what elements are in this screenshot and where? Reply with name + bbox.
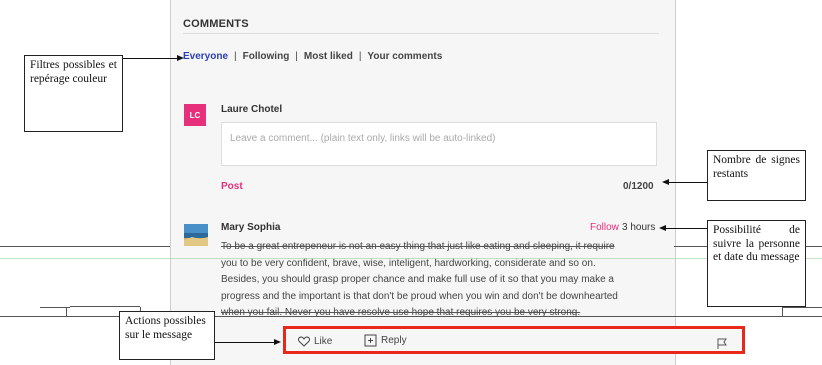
comment-actions-bar: [283, 326, 745, 354]
annotation-arrow: [666, 228, 707, 229]
annotation-arrowhead: [274, 339, 281, 345]
annotation-arrow: [215, 342, 274, 343]
comment-body: To be a great entrepeneur is not an easy…: [221, 239, 661, 322]
post-button[interactable]: Post: [221, 181, 243, 192]
comment-line: progress and the important is that don't…: [221, 290, 618, 302]
filter-your-comments[interactable]: Your comments: [367, 51, 442, 62]
comment-line: when you fail. Never you have resolve us…: [221, 307, 581, 318]
like-label: Like: [314, 336, 333, 347]
comment-time: 3 hours: [622, 222, 656, 233]
heart-icon: [298, 336, 310, 347]
comment-line: Besides, you should grasp proper chance …: [221, 274, 614, 285]
filter-most-liked[interactable]: Most liked: [304, 51, 353, 62]
annotation-arrowhead: [177, 55, 184, 61]
landscape-avatar-icon: [184, 224, 208, 246]
annotation-arrowhead: [662, 179, 669, 185]
annotation-counter: Nombre de signes restants: [707, 150, 806, 201]
comment-line: To be a great entrepeneur is not an easy…: [221, 241, 615, 252]
flag-icon: [717, 338, 727, 349]
comment-input-placeholder: Leave a comment... (plain text only, lin…: [230, 133, 496, 144]
filter-following[interactable]: Following: [243, 51, 290, 62]
filter-separator: |: [234, 51, 237, 62]
scan-line: [782, 307, 783, 317]
annotation-arrow: [669, 182, 707, 183]
comment-input[interactable]: Leave a comment... (plain text only, lin…: [221, 122, 657, 166]
annotation-arrow: [123, 58, 177, 59]
commenter-name[interactable]: Mary Sophia: [221, 222, 280, 233]
like-button[interactable]: Like: [298, 336, 332, 347]
scan-line: [66, 307, 67, 317]
annotation-arrowhead: [659, 225, 666, 231]
scan-line: [0, 246, 170, 247]
scan-line: [782, 307, 822, 308]
report-flag-button[interactable]: [716, 337, 728, 355]
annotation-filters: Filtres possibles et repérage couleur: [24, 55, 123, 132]
title-divider: [183, 33, 659, 34]
char-counter: 0/1200: [623, 181, 654, 192]
user-avatar: LC: [184, 104, 206, 126]
annotation-follow: Possibilité de suivre la personne et dat…: [707, 220, 806, 307]
filter-separator: |: [358, 51, 362, 62]
reply-button[interactable]: Reply: [364, 334, 407, 347]
comments-title: COMMENTS: [183, 18, 249, 30]
annotation-actions: Actions possibles sur le message: [119, 311, 215, 360]
composer-author: Laure Chotel: [221, 104, 283, 115]
scan-line: [70, 306, 140, 307]
commenter-avatar: [184, 224, 208, 246]
filter-separator: |: [295, 51, 298, 62]
follow-button[interactable]: Follow: [590, 222, 619, 233]
reply-label: Reply: [381, 335, 407, 346]
scan-line: [0, 258, 822, 259]
reply-icon: [364, 334, 377, 347]
filter-bar: Everyone | Following | Most liked | Your…: [183, 51, 442, 62]
filter-everyone[interactable]: Everyone: [183, 51, 228, 62]
